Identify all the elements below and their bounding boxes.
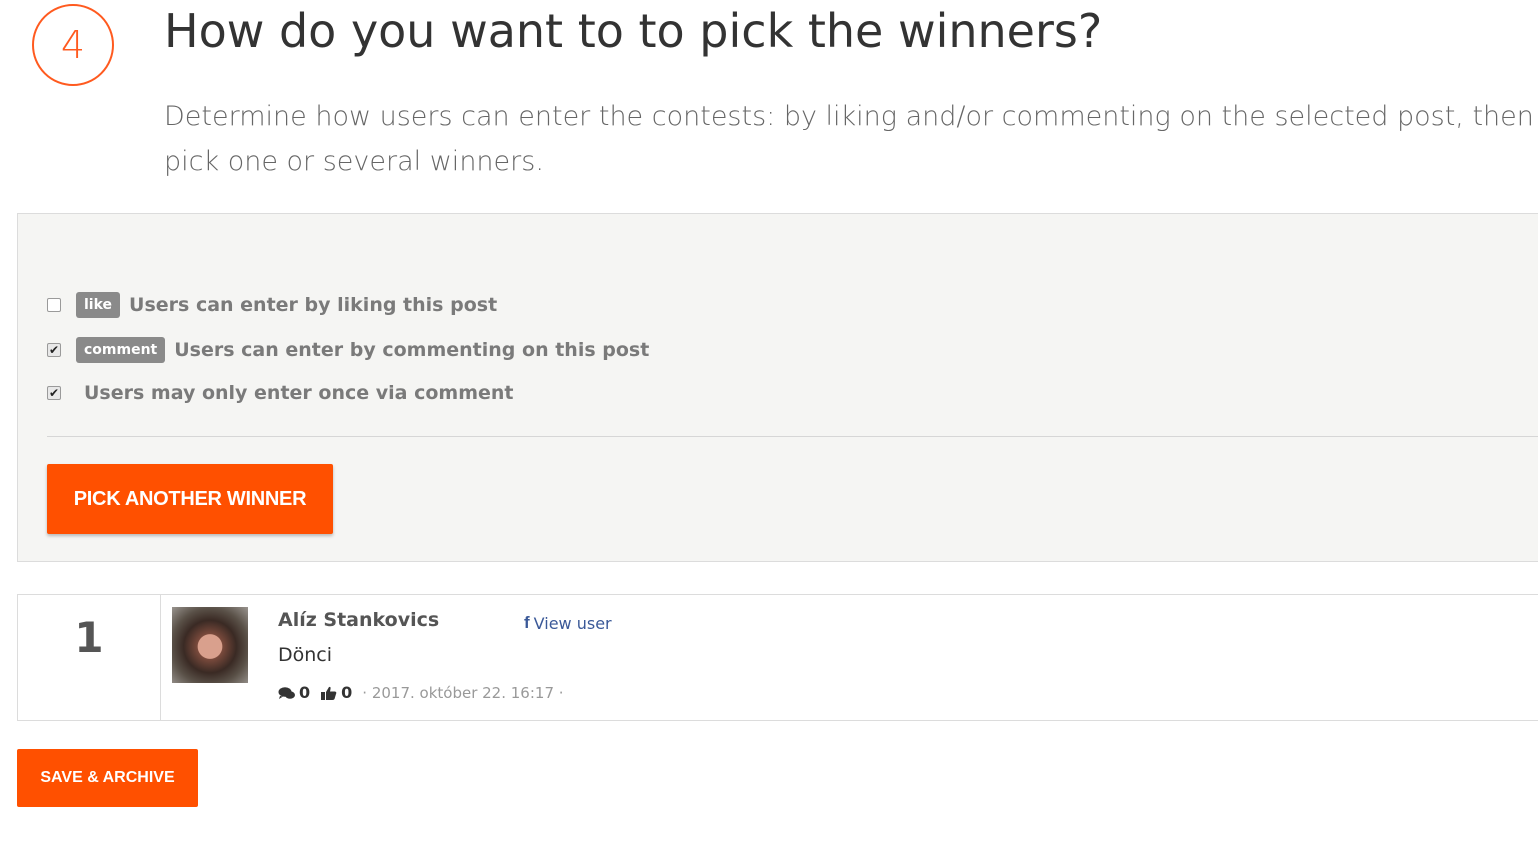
tag-comment: comment — [76, 337, 166, 363]
check-icon: ✔ — [48, 386, 60, 400]
step-number: 4 — [60, 23, 86, 67]
step-number-circle: 4 — [32, 4, 114, 86]
entry-options-panel: like Users can enter by liking this post… — [17, 213, 1538, 562]
comment-count: 0 — [299, 683, 311, 702]
option-once[interactable]: ✔ Users may only enter once via comment — [47, 382, 514, 404]
avatar — [172, 607, 248, 683]
option-comment[interactable]: ✔ comment Users can enter by commenting … — [47, 337, 649, 363]
view-user-label: View user — [533, 613, 612, 633]
thumbs-up-icon — [321, 686, 337, 700]
page-title: How do you want to to pick the winners? — [164, 4, 1103, 58]
winner-name: Alíz Stankovics — [278, 609, 440, 631]
checkbox-comment[interactable]: ✔ — [47, 343, 61, 357]
comments-icon — [278, 686, 295, 699]
page-subtitle: Determine how users can enter the contes… — [164, 101, 1534, 177]
panel-divider — [47, 436, 1538, 437]
option-comment-label: Users can enter by commenting on this po… — [174, 339, 650, 361]
winner-comment: Dönci — [278, 644, 333, 666]
save-archive-button[interactable]: SAVE & ARCHIVE — [17, 749, 198, 807]
option-like[interactable]: like Users can enter by liking this post — [47, 292, 497, 318]
winner-meta: 0 0 · 2017. október 22. 16:17 · — [278, 683, 564, 702]
option-once-label: Users may only enter once via comment — [84, 382, 514, 404]
winner-timestamp: · 2017. október 22. 16:17 · — [362, 683, 564, 702]
checkbox-like[interactable] — [47, 298, 61, 312]
winner-rank: 1 — [17, 594, 161, 721]
facebook-icon: f — [524, 613, 530, 632]
tag-like: like — [76, 292, 121, 318]
checkbox-once[interactable]: ✔ — [47, 386, 61, 400]
pick-another-winner-button[interactable]: PICK ANOTHER WINNER — [47, 464, 333, 534]
check-icon: ✔ — [48, 343, 60, 357]
option-like-label: Users can enter by liking this post — [129, 294, 498, 316]
view-user-link[interactable]: f View user — [524, 613, 612, 633]
like-count: 0 — [341, 683, 353, 702]
winner-row: Alíz Stankovics f View user Dönci 0 0 · … — [160, 594, 1538, 721]
